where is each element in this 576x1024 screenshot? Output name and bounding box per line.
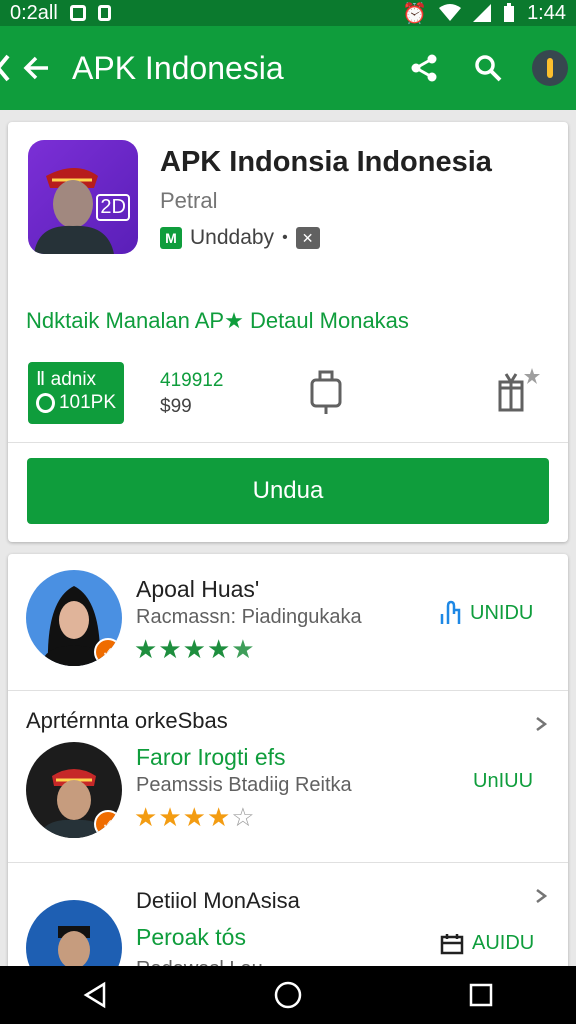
item-subtitle: Peamssis Btadiig Reitka (136, 774, 352, 796)
arrow-back-icon (23, 56, 48, 80)
chevron-left-icon[interactable] (0, 54, 10, 82)
search-button[interactable] (466, 46, 510, 90)
wishlist-button[interactable] (496, 366, 540, 419)
clock-icon (36, 393, 55, 413)
meta-separator: • (282, 229, 288, 246)
version-badge-line2: 101PK (58, 392, 116, 413)
update-label: Unddaby (190, 226, 275, 249)
item-title: Faror Irogti efs (136, 744, 286, 770)
share-button[interactable] (402, 46, 446, 90)
install-action[interactable]: UNIDU (440, 600, 533, 626)
list-item[interactable]: ✓ Faror Irogti efs Peamssis Btadiig Reit… (8, 734, 568, 862)
profile-button[interactable] (528, 46, 572, 90)
version-badge-line1: Ⅱ adnix (36, 369, 97, 390)
install-action[interactable]: AUIDU (440, 932, 534, 955)
search-icon (475, 55, 502, 82)
alarm-icon: ⏰ (402, 2, 428, 25)
nav-recents-icon[interactable] (468, 982, 494, 1008)
chevron-right-icon (536, 717, 547, 731)
notification-icon-2 (97, 5, 111, 21)
list-item[interactable]: Peroak tós Radawasl Lau AUIDU (8, 898, 568, 974)
app-name: APK Indonsia Indonesia (160, 146, 492, 178)
person-portrait-icon (58, 926, 90, 969)
system-nav-bar (0, 966, 576, 1024)
avatar: ✓ (26, 570, 122, 666)
device-button[interactable] (308, 368, 344, 421)
wifi-icon (439, 4, 462, 21)
section-title: Aprtérnnta orkeSbas (26, 708, 228, 733)
app-bar: APK Indonesia (0, 26, 576, 110)
status-time: 1:44 (527, 1, 566, 24)
stats-price: $99 (160, 396, 192, 417)
verified-icon: ✓ (94, 638, 122, 666)
rating-stars: ★★★★★ (134, 634, 256, 664)
app-stats: 419912 $99 (160, 370, 223, 418)
nav-home-icon[interactable] (273, 980, 303, 1010)
calendar-icon (440, 933, 464, 954)
gift-icon (498, 368, 540, 412)
device-icon (310, 370, 342, 414)
avatar (26, 900, 122, 974)
section-header[interactable]: Aprtérnnta orkeSbas (8, 690, 568, 734)
editor-choice-icon: M (160, 227, 182, 249)
back-button[interactable] (14, 46, 58, 90)
battery-icon (504, 3, 515, 22)
nav-back-icon[interactable] (82, 981, 108, 1009)
app-detail-card: 2D APK Indonsia Indonesia Petral M Undda… (8, 122, 568, 542)
signal-icon (473, 4, 492, 22)
item-subtitle: Racmassn: Piadingukaka (136, 606, 362, 628)
install-button[interactable]: Undua (27, 458, 549, 524)
app-tagline: Ndktaik Manalan AP★ Detaul Monakas (26, 308, 409, 333)
list-item[interactable]: ✓ Apoal Huas' Racmassn: Piadingukaka ★★★… (8, 554, 568, 690)
notification-icon (69, 5, 86, 21)
stats-number: 419912 (160, 370, 224, 391)
rating-stars: ★★★★☆ (134, 802, 256, 832)
item-title: Peroak tós (136, 924, 246, 950)
content-rating-icon: ✕ (295, 227, 320, 249)
verified-icon: ✓ (94, 810, 122, 838)
item-title: Apoal Huas' (136, 576, 260, 602)
version-badge[interactable]: Ⅱ adnix 101PK (28, 362, 124, 424)
app-icon: 2D (28, 140, 138, 254)
status-left-text: 0:2all (10, 1, 58, 24)
install-action-label[interactable]: UnIUU (473, 770, 533, 793)
page-title: APK Indonesia (72, 49, 284, 86)
status-bar: 0:2all ⏰ 1:44 (0, 0, 576, 26)
touch-icon (440, 600, 461, 624)
account-avatar-icon (532, 50, 568, 86)
avatar: ✓ (26, 742, 122, 838)
developer-name[interactable]: Petral (160, 188, 217, 214)
related-apps-card: ✓ Apoal Huas' Racmassn: Piadingukaka ★★★… (8, 554, 568, 974)
card-divider (8, 442, 568, 443)
install-action-label: UNIDU (470, 601, 534, 624)
install-action-label: AUIDU (472, 932, 535, 954)
app-icon-badge: 2D (96, 194, 130, 221)
app-meta-row: M Unddaby • ✕ (160, 226, 320, 250)
share-icon (411, 54, 437, 82)
